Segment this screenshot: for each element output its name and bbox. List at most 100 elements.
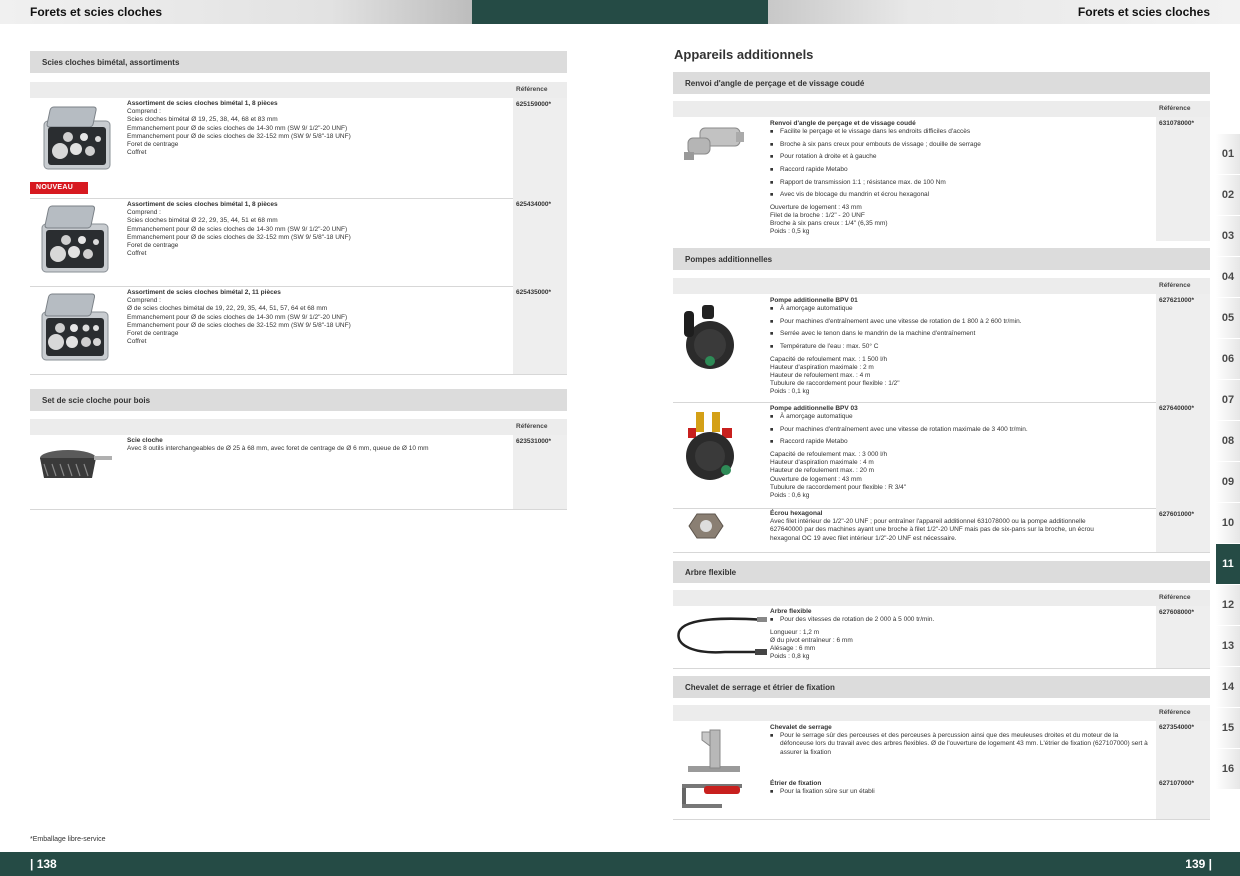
chapter-tab-03[interactable]: 03: [1216, 216, 1240, 257]
spec-line: Broche à six pans creux : 1/4" (6,35 mm): [770, 220, 888, 228]
page-number-left: | 138: [30, 857, 57, 871]
row-divider: [673, 552, 1210, 553]
chapter-tab-16[interactable]: 16: [1216, 749, 1240, 790]
product-line: Coffret: [127, 338, 147, 346]
reference-label: Référence: [516, 423, 548, 430]
chapter-tab-04[interactable]: 04: [1216, 257, 1240, 298]
reference-header-row: Référence: [673, 101, 1210, 117]
chapter-tab-10[interactable]: 10: [1216, 503, 1240, 544]
row-divider: [30, 509, 567, 510]
page-header: Forets et scies cloches Forets et scies …: [0, 0, 1240, 24]
reference-label: Référence: [516, 86, 548, 93]
header-right-band: Forets et scies cloches: [768, 0, 1240, 24]
header-left-band: Forets et scies cloches: [0, 0, 472, 24]
hex-nut-image: [688, 513, 724, 539]
product-row: Renvoi d'angle de perçage et de vissage …: [673, 117, 1210, 241]
reference-number: 627354000*: [1156, 721, 1210, 777]
feature-bullet: Broche à six pans creux pour embouts de …: [770, 141, 1150, 149]
chapter-tab-14[interactable]: 14: [1216, 667, 1240, 708]
reference-label: Référence: [1159, 105, 1191, 112]
section-title-bimetal-assortments: Scies cloches bimétal, assortiments: [30, 51, 567, 73]
chapter-tab-06[interactable]: 06: [1216, 339, 1240, 380]
reference-number: 627640000*: [1156, 402, 1210, 508]
section-title-pumps: Pompes additionnelles: [673, 248, 1210, 270]
spec-line: Poids : 0,5 kg: [770, 228, 810, 236]
chapter-tab-13[interactable]: 13: [1216, 626, 1240, 667]
row-divider: [673, 819, 1210, 820]
page-footer: | 138 139 |: [0, 852, 1240, 876]
reference-header-row: Référence: [673, 278, 1210, 294]
footnote: *Emballage libre-service: [30, 836, 106, 843]
product-name: Assortiment de scies cloches bimétal 1, …: [127, 100, 278, 107]
product-name: Pompe additionnelle BPV 01: [770, 297, 858, 304]
product-line: Emmanchement pour Ø de scies cloches de …: [127, 225, 348, 233]
product-description: Assortiment de scies cloches bimétal 1, …: [127, 201, 507, 258]
product-name: Étrier de fixation: [770, 780, 822, 787]
spec-line: Hauteur d'aspiration maximale : 4 m: [770, 459, 874, 467]
spec-line: Poids : 0,1 kg: [770, 388, 810, 396]
reference-number: 627621000*: [1156, 294, 1210, 402]
product-line: Comprend :: [127, 108, 161, 116]
reference-label: Référence: [1159, 282, 1191, 289]
reference-number: 623531000*: [513, 435, 567, 509]
spec-line: Hauteur d'aspiration maximale : 2 m: [770, 363, 874, 371]
product-row: Pompe additionnelle BPV 03 À amorçage au…: [673, 402, 1210, 508]
feature-bullet: Serrée avec le tenon dans le mandrin de …: [770, 330, 1170, 338]
feature-bullet: Facilite le perçage et le vissage dans l…: [770, 128, 1150, 136]
product-line: Emmanchement pour Ø de scies cloches de …: [127, 313, 348, 321]
chapter-tab-01[interactable]: 01: [1216, 134, 1240, 175]
spec-line: hexagonal OC 19 avec filet intérieur 1/2…: [770, 534, 957, 542]
hole-saw-kit-case-image: [41, 205, 109, 273]
product-description: Assortiment de scies cloches bimétal 2, …: [127, 289, 507, 346]
product-name: Pompe additionnelle BPV 03: [770, 405, 858, 412]
product-description: Renvoi d'angle de perçage et de vissage …: [770, 120, 1150, 237]
reference-header-row: Référence: [673, 590, 1210, 606]
angle-drive-image: [684, 127, 744, 160]
spec-line: Avec filet intérieur de 1/2"-20 UNF ; po…: [770, 518, 1086, 526]
chapter-tab-15[interactable]: 15: [1216, 708, 1240, 749]
section-title-clamping-stand: Chevalet de serrage et étrier de fixatio…: [673, 676, 1210, 698]
fixing-clamp-image: [682, 784, 742, 808]
feature-bullet: À amorçage automatique: [770, 413, 1170, 421]
feature-bullet: Pour machines d'entraînement avec une vi…: [770, 426, 1170, 434]
product-line: Ø de scies cloches bimétal de 19, 22, 29…: [127, 305, 328, 313]
feature-bullet: Pour rotation à droite et à gauche: [770, 153, 1150, 161]
pump-bpv03-image: [686, 412, 734, 480]
product-line: Emmanchement pour Ø de scies cloches de …: [127, 233, 351, 241]
spec-line: 627640000 par des machines ayant une bro…: [770, 526, 1094, 534]
page-number-right: 139 |: [1185, 857, 1212, 871]
product-description: Étrier de fixation Pour la fixation sûre…: [770, 780, 1150, 801]
product-description: Pompe additionnelle BPV 01 À amorçage au…: [770, 297, 1170, 397]
product-description: Assortiment de scies cloches bimétal 1, …: [127, 100, 507, 157]
reference-label: Référence: [1159, 709, 1191, 716]
spec-line: Capacité de refoulement max. : 3 000 l/h: [770, 450, 888, 458]
spec-line: Ouverture de logement : 43 mm: [770, 475, 862, 483]
reference-number: 625434000*: [513, 198, 567, 286]
feature-bullet: Pour le serrage sûr des perceuses et des…: [770, 732, 1150, 757]
product-line: Comprend :: [127, 297, 161, 305]
product-row: Pompe additionnelle BPV 01 À amorçage au…: [673, 294, 1210, 402]
chapter-tab-05[interactable]: 05: [1216, 298, 1240, 339]
spec-line: Hauteur de refoulement max. : 20 m: [770, 467, 875, 475]
feature-bullet: Rapport de transmission 1:1 ; résistance…: [770, 179, 1150, 187]
row-divider: [30, 374, 567, 375]
chapter-tab-11-active[interactable]: 11: [1216, 544, 1240, 585]
chapter-index: 01 02 03 04 05 06 07 08 09 10 11 12 13 1…: [1216, 134, 1240, 790]
chapter-tab-07[interactable]: 07: [1216, 380, 1240, 421]
chapter-tab-09[interactable]: 09: [1216, 462, 1240, 503]
spec-line: Alésage : 6 mm: [770, 645, 816, 653]
section-title-wood-hole-saw: Set de scie cloche pour bois: [30, 389, 567, 411]
product-line: Coffret: [127, 250, 147, 258]
spec-line: Longueur : 1,2 m: [770, 628, 820, 636]
chapter-tab-02[interactable]: 02: [1216, 175, 1240, 216]
reference-number: 627601000*: [1156, 508, 1210, 552]
product-line: Scies cloches bimétal Ø 22, 29, 35, 44, …: [127, 217, 278, 225]
product-name: Écrou hexagonal: [770, 510, 823, 517]
product-line: Emmanchement pour Ø de scies cloches de …: [127, 321, 351, 329]
clamping-stand-image: [688, 729, 740, 772]
product-name: Assortiment de scies cloches bimétal 1, …: [127, 201, 278, 208]
chapter-tab-08[interactable]: 08: [1216, 421, 1240, 462]
reference-number: 625159000*: [513, 98, 567, 198]
product-name: Chevalet de serrage: [770, 724, 832, 731]
chapter-tab-12[interactable]: 12: [1216, 585, 1240, 626]
